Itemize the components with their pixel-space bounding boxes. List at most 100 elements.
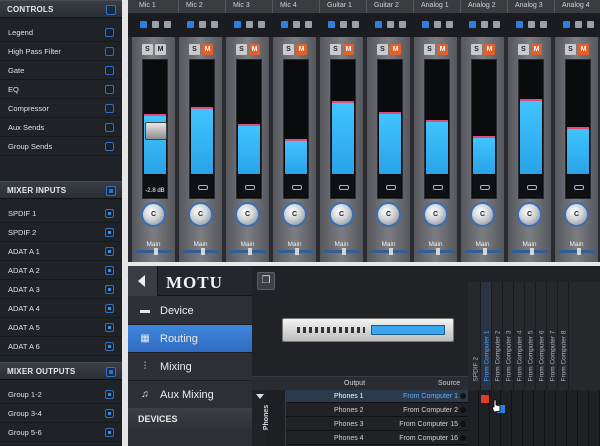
channel-link-icon[interactable] [481,21,488,28]
volume-fader-handle[interactable] [145,122,167,140]
channel-link-icon[interactable] [387,21,394,28]
mute-button[interactable]: M [155,44,166,55]
send-slider[interactable] [183,248,219,255]
send-slider-handle[interactable] [436,248,440,255]
pan-knob[interactable]: C [423,202,448,227]
channel-dot-icon[interactable] [375,21,382,28]
send-slider-handle[interactable] [342,248,346,255]
input-item-adat-a2[interactable]: ADAT A 2 [0,261,122,280]
output-checkbox[interactable] [105,409,114,418]
routing-column-header[interactable]: From Computer 5 [525,282,536,390]
send-slider-handle[interactable] [295,248,299,255]
send-slider[interactable] [324,248,360,255]
mixer-inputs-toggle-checkbox[interactable] [106,186,116,196]
controls-toggle-checkbox[interactable] [106,5,116,15]
routing-column-header[interactable]: From Computer 7 [547,282,558,390]
pan-knob[interactable]: C [517,202,542,227]
level-meter[interactable] [424,59,450,199]
control-checkbox[interactable] [105,123,114,132]
control-checkbox[interactable] [105,104,114,113]
input-checkbox[interactable] [105,228,114,237]
source-name[interactable]: From Computer 15 [399,421,458,428]
channel-link-icon[interactable] [340,21,347,28]
channel-link-icon[interactable] [399,21,406,28]
level-meter[interactable] [236,59,262,199]
control-item-aux-sends[interactable]: Aux Sends [0,118,122,137]
send-slider-handle[interactable] [577,248,581,255]
record-icon[interactable] [198,185,208,190]
routing-row[interactable]: Phones 3 From Computer 15 [286,418,468,431]
mute-button[interactable]: M [202,44,213,55]
control-checkbox[interactable] [105,28,114,37]
channel-link-icon[interactable] [293,21,300,28]
level-meter[interactable] [189,59,215,199]
input-item-adat-a6[interactable]: ADAT A 6 [0,337,122,356]
nav-item-routing[interactable]: ▦ Routing [128,325,252,353]
input-checkbox[interactable] [105,323,114,332]
channel-link-icon[interactable] [258,21,265,28]
nav-item-mixing[interactable]: ⫶ Mixing [128,353,252,381]
mixer-outputs-toggle-checkbox[interactable] [106,367,116,377]
mixer-outputs-header[interactable]: MIXER OUTPUTS [0,362,122,380]
channel-link-icon[interactable] [246,21,253,28]
routing-column-header[interactable]: From Computer 6 [536,282,547,390]
output-checkbox[interactable] [105,390,114,399]
channel-dot-icon[interactable] [187,21,194,28]
solo-button[interactable]: S [518,44,529,55]
control-checkbox[interactable] [105,85,114,94]
devices-header[interactable]: DEVICES [128,408,252,432]
send-slider-handle[interactable] [483,248,487,255]
level-meter[interactable] [283,59,309,199]
pan-knob[interactable]: C [235,202,260,227]
input-checkbox[interactable] [105,247,114,256]
routing-column-header[interactable]: From Computer 2 [492,282,503,390]
channel-link-icon[interactable] [199,21,206,28]
control-checkbox[interactable] [105,142,114,151]
control-item-legend[interactable]: Legend [0,23,122,42]
solo-button[interactable]: S [377,44,388,55]
solo-button[interactable]: S [283,44,294,55]
send-slider-handle[interactable] [154,248,158,255]
input-item-adat-a1[interactable]: ADAT A 1 [0,242,122,261]
send-slider[interactable] [559,248,595,255]
record-icon[interactable] [386,185,396,190]
matrix-cell-active[interactable] [481,395,489,403]
source-name[interactable]: From Computer 1 [403,393,458,400]
input-checkbox[interactable] [105,342,114,351]
record-icon[interactable] [527,185,537,190]
pan-knob[interactable]: C [470,202,495,227]
send-slider[interactable] [418,248,454,255]
input-item-adat-a3[interactable]: ADAT A 3 [0,280,122,299]
solo-button[interactable]: S [330,44,341,55]
routing-column-header[interactable]: From Computer 4 [514,282,525,390]
group-collapse-arrow-icon[interactable] [256,394,264,399]
record-icon[interactable] [480,185,490,190]
solo-button[interactable]: S [142,44,153,55]
level-meter[interactable] [471,59,497,199]
send-slider[interactable] [512,248,548,255]
mute-button[interactable]: M [437,44,448,55]
channel-dot-icon[interactable] [140,21,147,28]
input-checkbox[interactable] [105,304,114,313]
mute-button[interactable]: M [296,44,307,55]
control-checkbox[interactable] [105,66,114,75]
record-icon[interactable] [339,185,349,190]
control-item-eq[interactable]: EQ [0,80,122,99]
channel-dot-icon[interactable] [516,21,523,28]
routing-row[interactable]: Phones 2 From Computer 2 [286,404,468,417]
solo-button[interactable]: S [424,44,435,55]
output-item-group-3-4[interactable]: Group 3-4 [0,404,122,423]
level-meter[interactable] [565,59,591,199]
solo-button[interactable]: S [236,44,247,55]
mute-button[interactable]: M [390,44,401,55]
channel-link-icon[interactable] [446,21,453,28]
input-item-spdif-1[interactable]: SPDIF 1 [0,204,122,223]
channel-dot-icon[interactable] [281,21,288,28]
pan-knob[interactable]: C [282,202,307,227]
record-icon[interactable] [292,185,302,190]
nav-item-device[interactable]: ▬ Device [128,297,252,325]
input-checkbox[interactable] [105,209,114,218]
solo-button[interactable]: S [189,44,200,55]
channel-link-icon[interactable] [540,21,547,28]
channel-dot-icon[interactable] [563,21,570,28]
